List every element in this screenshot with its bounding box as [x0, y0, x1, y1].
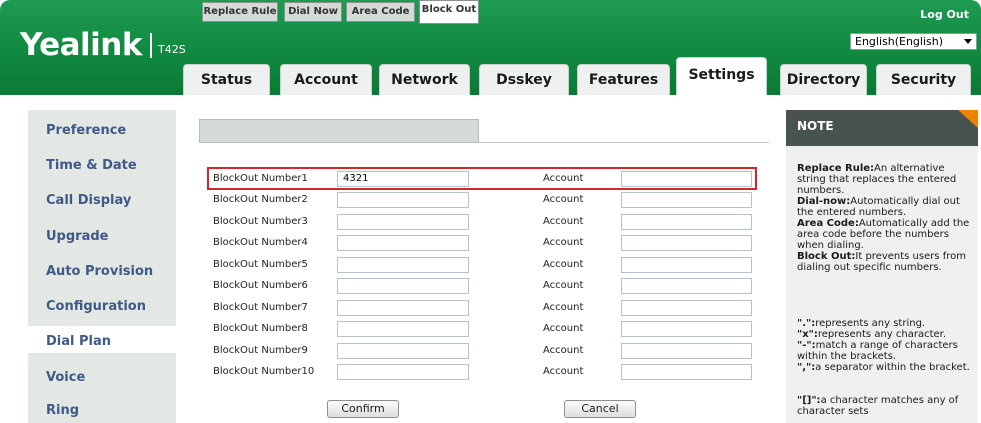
chevron-down-icon	[964, 39, 972, 44]
note-term: ",":	[797, 362, 816, 373]
tab-directory[interactable]: Directory	[780, 64, 867, 95]
note-symbol-comma: ",":a separator within the bracket.	[797, 362, 975, 373]
sidebar-item-time-date[interactable]: Time & Date	[46, 158, 137, 173]
note-title: NOTE	[797, 119, 834, 133]
row-label: BlockOut Number9	[213, 345, 308, 356]
tab-features[interactable]: Features	[577, 64, 670, 95]
account-label: Account	[543, 216, 584, 227]
language-value: English(English)	[855, 35, 944, 48]
account-label: Account	[543, 345, 584, 356]
tab-dsskey[interactable]: Dsskey	[479, 64, 569, 95]
note-block-out: Block Out:It prevents users from dialing…	[797, 251, 975, 273]
subtab-replace-rule[interactable]: Replace Rule	[202, 2, 278, 22]
row-label: BlockOut Number3	[213, 216, 308, 227]
account-label: Account	[543, 366, 584, 377]
note-desc: a character matches any of character set…	[797, 395, 959, 417]
note-symbol-brackets: "[]":a character matches any of characte…	[797, 395, 975, 421]
row-label: BlockOut Number6	[213, 280, 308, 291]
sidebar-item-configuration[interactable]: Configuration	[46, 299, 146, 314]
logo-divider	[149, 33, 152, 58]
confirm-button[interactable]: Confirm	[327, 400, 399, 418]
blockout-number-input[interactable]	[337, 321, 469, 337]
logout-link[interactable]: Log Out	[920, 8, 969, 21]
account-input[interactable]	[621, 321, 752, 337]
row-label: BlockOut Number5	[213, 259, 308, 270]
sidebar-item-preference[interactable]: Preference	[46, 123, 126, 138]
row-label: BlockOut Number7	[213, 302, 308, 313]
account-input[interactable]	[621, 300, 752, 316]
account-label: Account	[543, 237, 584, 248]
tab-security[interactable]: Security	[876, 64, 971, 95]
account-label: Account	[543, 194, 584, 205]
account-input[interactable]	[621, 257, 752, 273]
account-input[interactable]	[621, 235, 752, 251]
blockout-number-input[interactable]	[337, 364, 469, 380]
logo-word: Yealink	[20, 27, 142, 63]
blockout-number-input[interactable]	[337, 192, 469, 208]
account-label: Account	[543, 173, 584, 184]
row-label: BlockOut Number4	[213, 237, 308, 248]
sidebar-item-dial-plan[interactable]: Dial Plan	[46, 334, 111, 349]
tab-network[interactable]: Network	[379, 64, 470, 95]
note-term: Dial-now:	[797, 196, 851, 207]
account-label: Account	[543, 323, 584, 334]
note-term: Replace Rule:	[797, 163, 875, 174]
account-input[interactable]	[621, 192, 752, 208]
tab-account[interactable]: Account	[280, 64, 372, 95]
subtab-area-code[interactable]: Area Code	[346, 2, 415, 22]
row-label: BlockOut Number8	[213, 323, 308, 334]
note-term: "-":	[797, 340, 816, 351]
account-input[interactable]	[621, 343, 752, 359]
note-desc: represents any character.	[817, 329, 947, 340]
blockout-number-input[interactable]: 4321	[337, 171, 469, 187]
yealink-logo: Yealink T42S	[20, 28, 186, 62]
sidebar-item-call-display[interactable]: Call Display	[46, 193, 131, 208]
note-desc: represents any string.	[815, 318, 926, 329]
blockout-number-input[interactable]	[337, 257, 469, 273]
note-term: "[]":	[797, 395, 821, 406]
note-term: "x":	[797, 329, 818, 340]
language-select[interactable]: English(English)	[850, 33, 977, 50]
logo-model: T42S	[157, 43, 186, 56]
subtab-divider	[479, 142, 769, 143]
note-term: Block Out:	[797, 251, 856, 262]
note-term: ".":	[797, 318, 816, 329]
note-term: Area Code:	[797, 218, 859, 229]
account-label: Account	[543, 302, 584, 313]
sidebar-item-ring[interactable]: Ring	[46, 403, 79, 418]
account-label: Account	[543, 259, 584, 270]
note-desc: match a range of characters within the b…	[797, 340, 958, 362]
account-input[interactable]	[621, 171, 752, 187]
row-label: BlockOut Number2	[213, 194, 308, 205]
note-symbol-dot: ".":represents any string.	[797, 318, 975, 329]
note-symbol-dash: "-":match a range of characters within t…	[797, 340, 975, 362]
tab-status[interactable]: Status	[183, 64, 270, 95]
account-input[interactable]	[621, 278, 752, 294]
blockout-number-input[interactable]	[337, 278, 469, 294]
row-label: BlockOut Number1	[213, 173, 308, 184]
blockout-number-input[interactable]	[337, 214, 469, 230]
account-input[interactable]	[621, 214, 752, 230]
subtab-strip	[199, 119, 479, 143]
subtab-dial-now[interactable]: Dial Now	[284, 2, 342, 22]
account-label: Account	[543, 280, 584, 291]
note-symbol-x: "x":represents any character.	[797, 329, 975, 340]
note-dial-now: Dial-now:Automatically dial out the ente…	[797, 196, 975, 218]
blockout-number-input[interactable]	[337, 343, 469, 359]
account-input[interactable]	[621, 364, 752, 380]
blockout-number-input[interactable]	[337, 235, 469, 251]
sidebar-item-auto-provision[interactable]: Auto Provision	[46, 264, 153, 279]
tab-settings[interactable]: Settings	[676, 57, 767, 95]
note-desc: a separator within the bracket.	[815, 362, 970, 373]
sidebar-item-upgrade[interactable]: Upgrade	[46, 229, 108, 244]
sidebar-item-voice[interactable]: Voice	[46, 370, 85, 385]
note-replace-rule: Replace Rule:An alternative string that …	[797, 163, 975, 196]
blockout-number-input[interactable]	[337, 300, 469, 316]
note-area-code: Area Code:Automatically add the area cod…	[797, 218, 975, 251]
cancel-button[interactable]: Cancel	[564, 400, 636, 418]
row-label: BlockOut Number10	[213, 366, 315, 377]
subtab-block-out[interactable]: Block Out	[419, 0, 479, 24]
